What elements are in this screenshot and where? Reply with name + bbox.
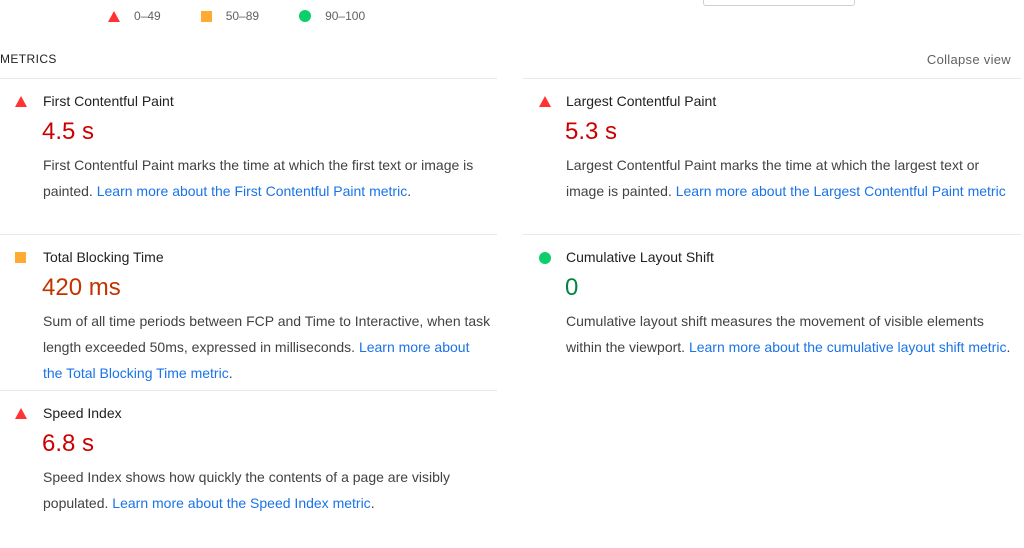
top-input-edge[interactable] <box>703 0 855 6</box>
legend-average: 50–89 <box>200 9 260 23</box>
metrics-header: METRICS Collapse view <box>0 51 1024 79</box>
metric-name: Cumulative Layout Shift <box>566 249 714 265</box>
metric-speed-index: Speed Index 6.8 s Speed Index shows how … <box>0 390 497 546</box>
square-icon <box>200 10 212 22</box>
metrics-column-left: First Contentful Paint 4.5 s First Conte… <box>0 78 497 546</box>
metric-name: Largest Contentful Paint <box>566 93 717 109</box>
metric-description: Largest Contentful Paint marks the time … <box>566 152 1014 204</box>
legend-fail: 0–49 <box>108 9 161 23</box>
metric-value: 6.8 s <box>42 430 95 457</box>
legend-fail-label: 0–49 <box>134 9 161 23</box>
learn-more-link[interactable]: Learn more about the Largest Contentful … <box>676 183 1006 199</box>
learn-more-link[interactable]: Learn more about the cumulative layout s… <box>689 339 1007 355</box>
legend-average-label: 50–89 <box>225 9 260 23</box>
legend-pass-label: 90–100 <box>325 9 366 23</box>
metric-name: Total Blocking Time <box>43 249 164 265</box>
metric-first-contentful-paint: First Contentful Paint 4.5 s First Conte… <box>0 78 497 234</box>
metric-description: Speed Index shows how quickly the conten… <box>43 469 451 511</box>
learn-more-link[interactable]: Learn more about the Speed Index metric <box>112 495 370 511</box>
metric-description: Cumulative layout shift measures the mov… <box>566 313 1011 355</box>
collapse-view-button[interactable]: Collapse view <box>927 52 1011 67</box>
metric-name: First Contentful Paint <box>43 93 174 109</box>
metric-description: Sum of all time periods between FCP and … <box>43 313 491 381</box>
metric-value: 420 ms <box>42 274 121 301</box>
triangle-icon <box>539 96 551 107</box>
legend-pass: 90–100 <box>299 9 365 23</box>
triangle-icon <box>15 96 27 107</box>
circle-icon <box>539 252 551 264</box>
metric-value: 0 <box>565 274 579 301</box>
triangle-icon <box>15 408 27 419</box>
circle-icon <box>299 10 312 22</box>
metrics-panel: 0–49 50–89 90–100 METRICS Collapse view … <box>0 0 1024 548</box>
metric-name: Speed Index <box>43 405 122 421</box>
metric-value: 4.5 s <box>42 118 95 145</box>
metric-value: 5.3 s <box>565 118 618 145</box>
metric-cumulative-layout-shift: Cumulative Layout Shift 0 Cumulative lay… <box>523 234 1021 390</box>
metrics-column-right: Largest Contentful Paint 5.3 s Largest C… <box>523 78 1021 390</box>
metric-total-blocking-time: Total Blocking Time 420 ms Sum of all ti… <box>0 234 497 390</box>
square-icon <box>15 252 26 263</box>
score-legend: 0–49 50–89 90–100 <box>108 9 405 23</box>
triangle-icon <box>108 10 120 22</box>
metrics-title: METRICS <box>0 52 57 66</box>
metric-largest-contentful-paint: Largest Contentful Paint 5.3 s Largest C… <box>523 78 1021 234</box>
metric-description: First Contentful Paint marks the time at… <box>43 157 474 199</box>
learn-more-link[interactable]: Learn more about the First Contentful Pa… <box>97 183 407 199</box>
